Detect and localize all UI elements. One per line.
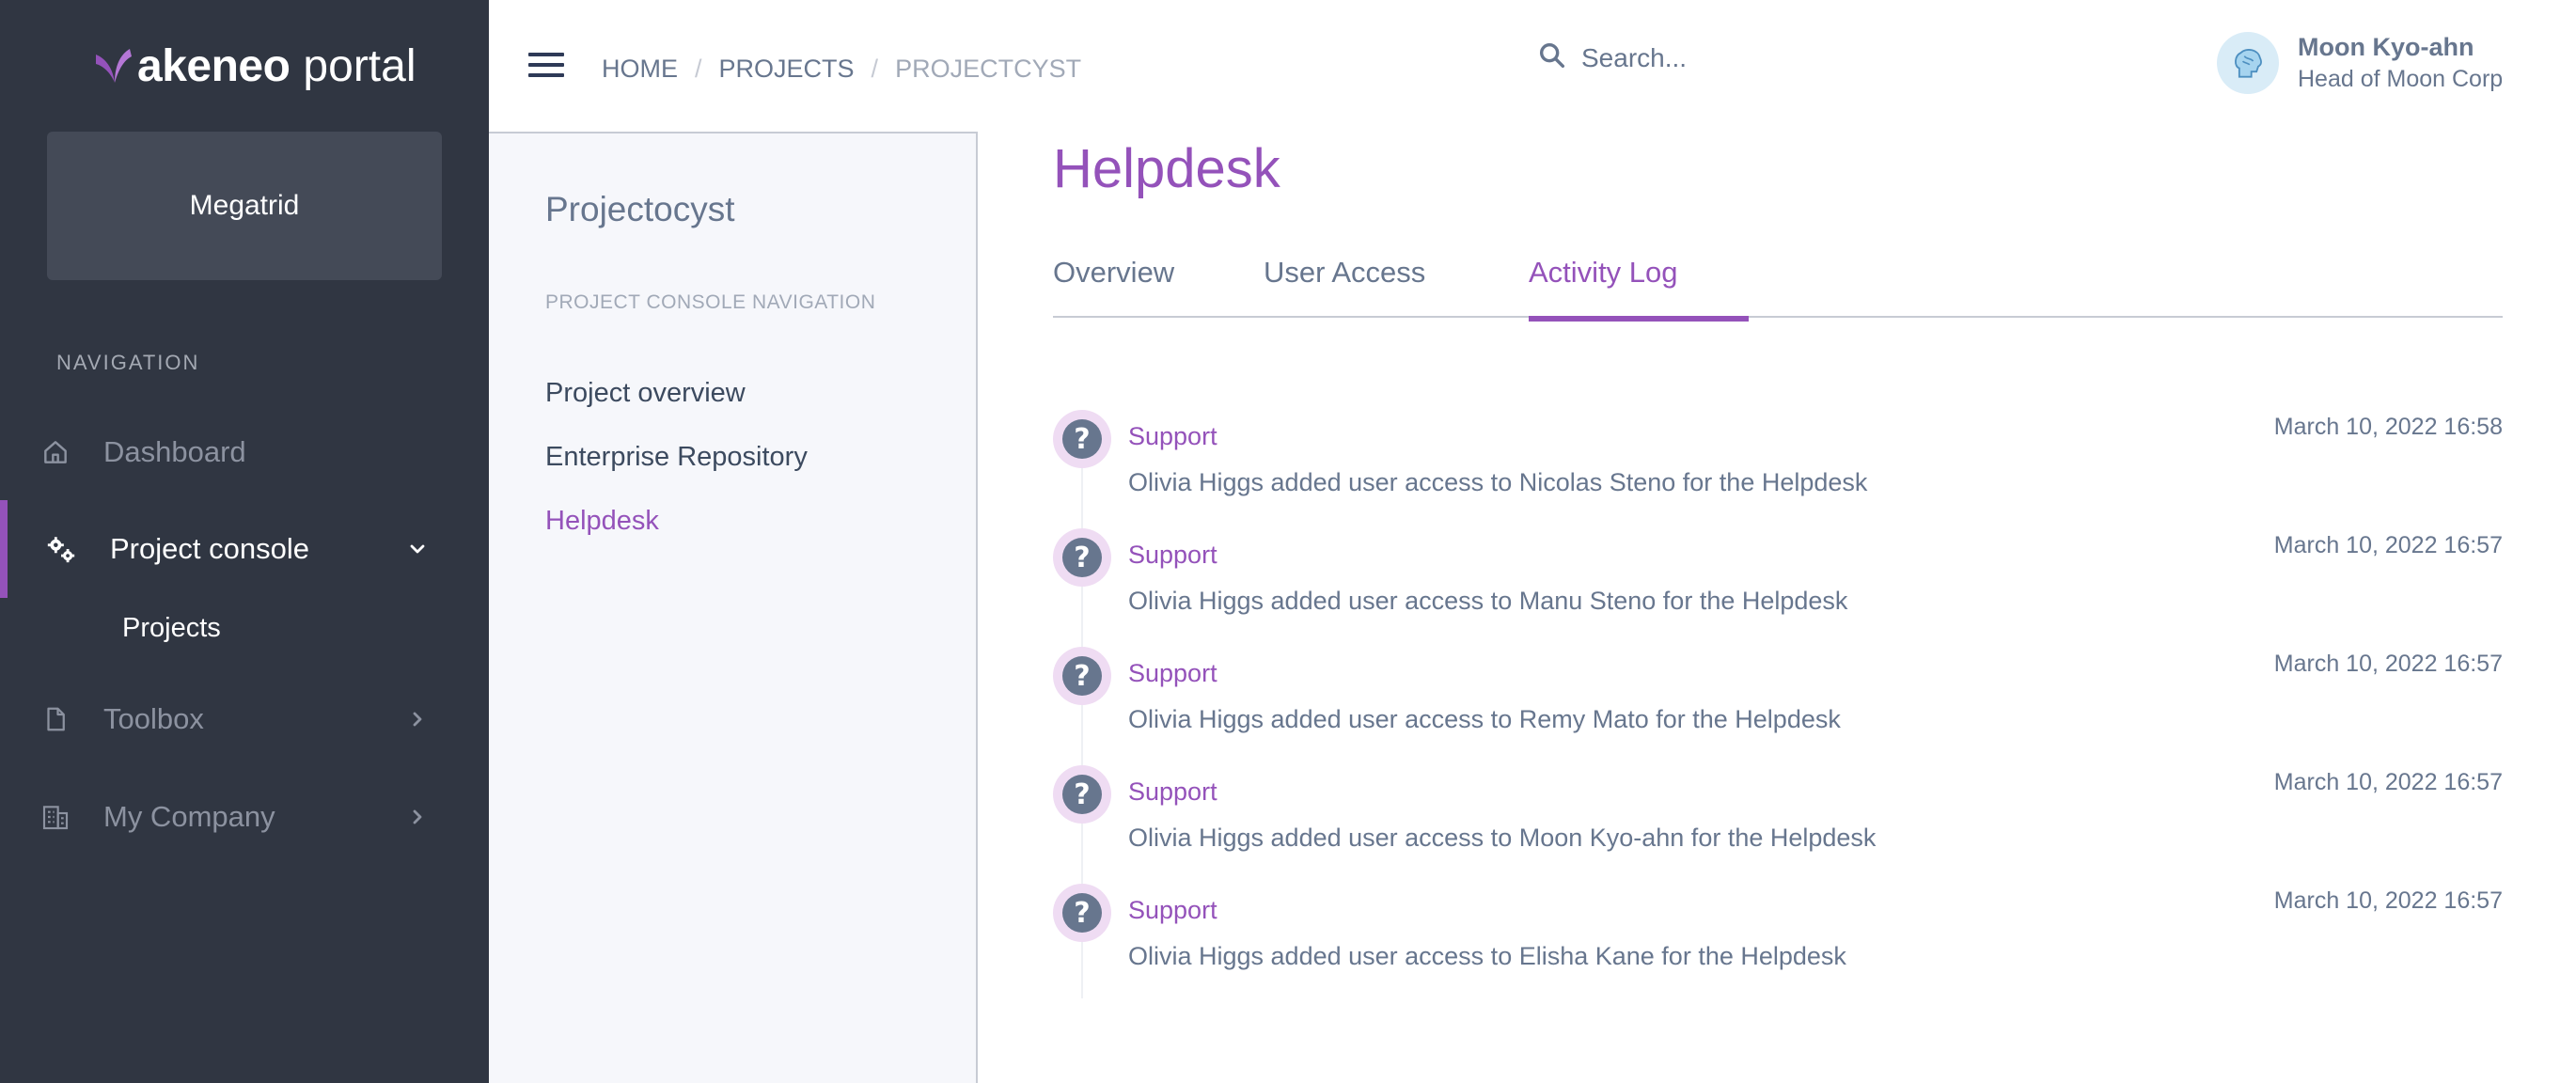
app-root: akeneo portal Megatrid NAVIGATION Dashbo…: [0, 0, 2576, 1083]
logo-brand-text: akeneo: [137, 40, 291, 91]
sidebar-item-label: Dashboard: [103, 435, 246, 468]
active-tab-underline: [1529, 316, 1749, 322]
activity-actor[interactable]: Support: [1128, 777, 1217, 807]
sidebar: akeneo portal Megatrid NAVIGATION Dashbo…: [0, 0, 489, 1083]
chevron-right-icon[interactable]: [404, 804, 431, 830]
breadcrumb-home[interactable]: HOME: [602, 55, 678, 84]
akeneo-logo-icon: [96, 49, 132, 83]
home-icon: [39, 436, 71, 468]
project-nav-overview[interactable]: Project overview: [545, 378, 746, 409]
tenant-name: Megatrid: [189, 190, 300, 221]
chevron-down-icon[interactable]: [404, 536, 431, 562]
chevron-right-icon[interactable]: [404, 706, 431, 732]
project-nav-enterprise-repository[interactable]: Enterprise Repository: [545, 442, 808, 473]
activity-entry: ? Support Olivia Higgs added user access…: [1053, 884, 2503, 1002]
breadcrumb-current: PROJECTCYST: [895, 55, 1082, 83]
tab-user-access[interactable]: User Access: [1264, 256, 1425, 318]
sidebar-subitem-projects[interactable]: Projects: [122, 613, 221, 644]
tab-label: Overview: [1053, 256, 1175, 289]
active-indicator: [0, 500, 8, 598]
activity-timestamp: March 10, 2022 16:57: [2273, 532, 2503, 558]
sidebar-item-project-console[interactable]: Project console: [0, 500, 489, 598]
activity-actor[interactable]: Support: [1128, 659, 1217, 688]
top-header: HOME / PROJECTS / PROJECTCYST Moon Kyo-a…: [489, 0, 2576, 132]
tab-bar: Overview User Access Activity Log: [1053, 256, 2503, 322]
user-name: Moon Kyo-ahn: [2298, 33, 2474, 61]
support-question-icon: ?: [1053, 884, 1111, 942]
sidebar-item-dashboard[interactable]: Dashboard: [0, 403, 489, 501]
support-question-icon: ?: [1053, 765, 1111, 824]
breadcrumb-separator: /: [871, 55, 879, 83]
project-nav-helpdesk[interactable]: Helpdesk: [545, 506, 659, 537]
support-question-icon: ?: [1053, 647, 1111, 705]
activity-message: Olivia Higgs added user access to Remy M…: [1128, 705, 1841, 733]
support-question-icon: ?: [1053, 410, 1111, 468]
activity-message: Olivia Higgs added user access to Nicola…: [1128, 468, 1868, 496]
tab-label: Activity Log: [1529, 256, 1678, 289]
activity-entry: ? Support Olivia Higgs added user access…: [1053, 410, 2503, 528]
activity-timestamp: March 10, 2022 16:58: [2273, 414, 2503, 440]
sidebar-item-label: Project console: [110, 532, 309, 565]
breadcrumb: HOME / PROJECTS / PROJECTCYST: [602, 55, 1081, 84]
gears-icon: [45, 533, 77, 565]
search-box: [1536, 39, 1939, 76]
tab-label: User Access: [1264, 256, 1426, 289]
logo-suffix-text: portal: [303, 40, 416, 91]
main-content: Helpdesk Overview User Access Activity L…: [978, 132, 2576, 1083]
breadcrumb-separator: /: [695, 55, 702, 83]
user-info: Moon Kyo-ahn Head of Moon Corp: [2298, 33, 2503, 93]
user-role: Head of Moon Corp: [2298, 66, 2504, 92]
building-icon: [39, 801, 71, 833]
project-panel: Projectocyst PROJECT CONSOLE NAVIGATION …: [489, 132, 978, 1083]
activity-actor[interactable]: Support: [1128, 896, 1217, 925]
nav-heading: NAVIGATION: [56, 351, 200, 374]
user-menu[interactable]: Moon Kyo-ahn Head of Moon Corp: [2217, 32, 2503, 94]
tenant-card[interactable]: Megatrid: [47, 132, 442, 280]
file-icon: [39, 703, 71, 735]
activity-timestamp: March 10, 2022 16:57: [2273, 887, 2503, 914]
activity-message: Olivia Higgs added user access to Manu S…: [1128, 587, 1848, 615]
activity-message: Olivia Higgs added user access to Elisha…: [1128, 942, 1846, 970]
akeneo-logo[interactable]: akeneo portal: [92, 38, 416, 94]
project-nav-heading: PROJECT CONSOLE NAVIGATION: [545, 291, 876, 313]
brain-head-icon: [2235, 48, 2262, 78]
tab-overview[interactable]: Overview: [1053, 256, 1174, 318]
support-question-icon: ?: [1053, 528, 1111, 587]
search-input[interactable]: [1581, 42, 1939, 73]
sidebar-item-label: Toolbox: [103, 702, 204, 735]
activity-entry: ? Support Olivia Higgs added user access…: [1053, 528, 2503, 647]
sidebar-item-toolbox[interactable]: Toolbox: [0, 670, 489, 768]
menu-toggle-icon[interactable]: [528, 53, 564, 81]
activity-entry: ? Support Olivia Higgs added user access…: [1053, 765, 2503, 884]
project-title: Projectocyst: [545, 190, 735, 228]
activity-message: Olivia Higgs added user access to Moon K…: [1128, 824, 1877, 852]
breadcrumb-projects[interactable]: PROJECTS: [719, 55, 855, 84]
sidebar-item-label: My Company: [103, 800, 275, 833]
search-icon[interactable]: [1536, 39, 1568, 76]
activity-timestamp: March 10, 2022 16:57: [2273, 769, 2503, 795]
activity-actor[interactable]: Support: [1128, 541, 1217, 570]
page-title: Helpdesk: [1053, 138, 1280, 199]
activity-entry: ? Support Olivia Higgs added user access…: [1053, 647, 2503, 765]
sidebar-item-my-company[interactable]: My Company: [0, 768, 489, 866]
activity-actor[interactable]: Support: [1128, 422, 1217, 451]
avatar[interactable]: [2217, 32, 2279, 94]
activity-timestamp: March 10, 2022 16:57: [2273, 651, 2503, 677]
tab-activity-log[interactable]: Activity Log: [1529, 256, 1749, 322]
